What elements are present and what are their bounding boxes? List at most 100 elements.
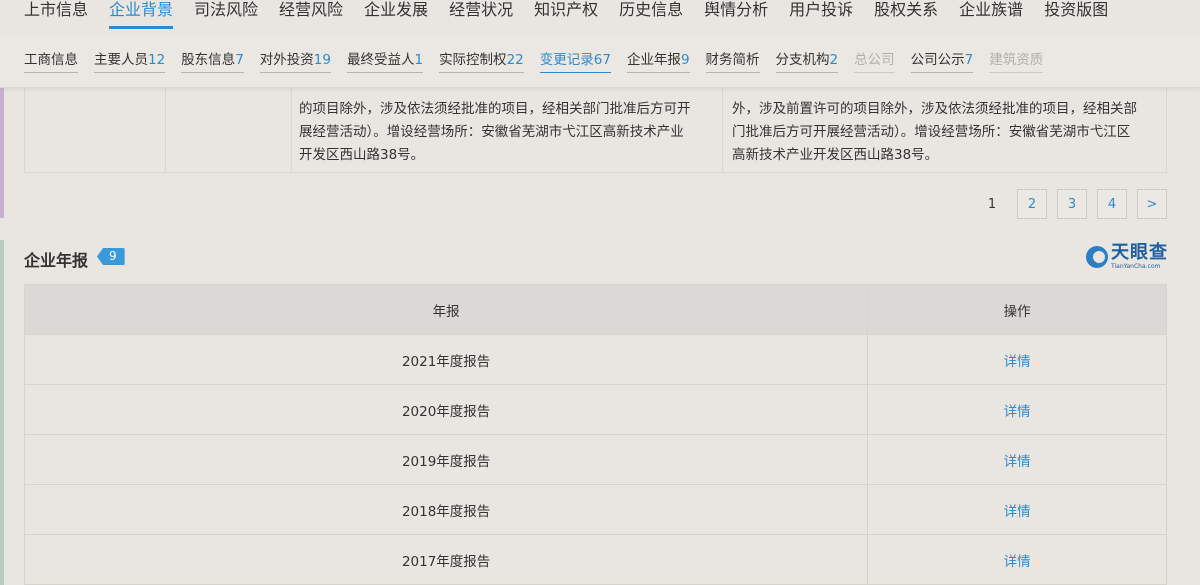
sub-nav-item-key-personnel[interactable]: 主要人员12 (94, 51, 166, 73)
table-row: 2017年度报告 详情 (23, 534, 1167, 585)
top-nav-item-investment-map[interactable]: 投资版图 (1044, 0, 1108, 20)
table-row: 2019年度报告 详情 (23, 434, 1167, 485)
table-row: 2021年度报告 详情 (23, 334, 1167, 385)
sub-nav-label: 总公司 (854, 51, 895, 68)
sub-nav-label: 股东信息 (181, 51, 236, 68)
report-details-cell: 详情 (867, 384, 1167, 435)
section-accent-bar (0, 88, 4, 218)
top-nav-item-listing[interactable]: 上市信息 (24, 0, 88, 20)
section-accent-bar (0, 240, 4, 585)
table-row: 2020年度报告 详情 (23, 384, 1167, 435)
sub-nav-label: 变更记录 (539, 51, 594, 68)
details-link[interactable]: 详情 (1004, 354, 1031, 370)
report-details-cell: 详情 (867, 534, 1167, 585)
logo-text: 天眼查 TianYanCha.com (1111, 244, 1168, 270)
sub-nav-label: 最终受益人 (346, 51, 415, 68)
sub-nav-count: 7 (964, 51, 974, 68)
page: 上市信息 企业背景 司法风险 经营风险 企业发展 经营状况 知识产权 历史信息 … (0, 0, 1200, 585)
page-current: 1 (987, 196, 997, 212)
change-record-before: 的项目除外，涉及依法须经批准的项目，经相关部门批准后方可开 展经营活动）。增设经… (299, 98, 723, 167)
top-nav-item-ip[interactable]: 知识产权 (534, 0, 598, 20)
report-details-cell: 详情 (867, 334, 1167, 385)
sub-nav-item-construction: 建筑资质 (989, 51, 1044, 73)
sub-nav-label: 分支机构 (775, 51, 830, 68)
table-row: 2018年度报告 详情 (23, 484, 1167, 535)
top-nav-item-family-tree[interactable]: 企业族谱 (959, 0, 1023, 20)
details-link[interactable]: 详情 (1004, 404, 1031, 420)
sub-nav-count: 9 (680, 51, 690, 68)
sub-nav-item-change-records[interactable]: 变更记录67 (539, 51, 611, 73)
top-nav-item-judicial-risk[interactable]: 司法风险 (194, 0, 258, 20)
change-record-table: 的项目除外，涉及依法须经批准的项目，经相关部门批准后方可开 展经营活动）。增设经… (24, 78, 1167, 173)
sub-nav-item-announcements[interactable]: 公司公示7 (910, 51, 974, 73)
report-year: 2020年度报告 (23, 384, 869, 435)
top-nav-item-operating-risk[interactable]: 经营风险 (279, 0, 343, 20)
tianyancha-logo: 天眼查 TianYanCha.com (1086, 244, 1168, 270)
annual-report-table: 年报 操作 2021年度报告 详情 2020年度报告 详情 2019年度报告 详… (23, 284, 1167, 585)
sub-nav-label: 财务简析 (705, 51, 760, 68)
column-header-action: 操作 (867, 284, 1167, 335)
page-button[interactable]: 4 (1097, 189, 1127, 219)
change-after-line: 外，涉及前置许可的项目除外，涉及依法须经批准的项目，经相关部 (732, 101, 1137, 117)
top-nav-item-history[interactable]: 历史信息 (619, 0, 683, 20)
top-nav-item-complaints[interactable]: 用户投诉 (789, 0, 853, 20)
top-nav: 上市信息 企业背景 司法风险 经营风险 企业发展 经营状况 知识产权 历史信息 … (0, 0, 1200, 36)
logo-name: 天眼查 (1111, 242, 1168, 263)
sub-nav-item-shareholders[interactable]: 股东信息7 (181, 51, 244, 73)
sub-nav: 工商信息 主要人员12 股东信息7 对外投资19 最终受益人1 实际控制权22 … (0, 36, 1200, 88)
section-title: 企业年报 (24, 251, 89, 270)
sub-nav-label: 对外投资 (259, 51, 314, 68)
change-after-line: 高新技术产业开发区西山路38号。 (732, 147, 939, 163)
top-nav-item-background[interactable]: 企业背景 (109, 0, 174, 29)
sub-nav-item-actual-control[interactable]: 实际控制权22 (439, 51, 524, 73)
sub-nav-item-head-office: 总公司 (854, 51, 895, 73)
change-record-col-item (166, 79, 292, 172)
sub-nav-count: 67 (593, 51, 611, 68)
sub-nav-count: 2 (829, 51, 839, 68)
change-before-line: 开发区西山路38号。 (299, 147, 425, 163)
table-header-row: 年报 操作 (23, 284, 1167, 335)
sub-nav-count: 1 (414, 51, 424, 68)
details-link[interactable]: 详情 (1004, 454, 1031, 470)
sub-nav-label: 工商信息 (24, 51, 78, 68)
change-before-line: 展经营活动）。增设经营场所：安徽省芜湖市弋江区高新技术产业 (299, 124, 684, 140)
sub-nav-item-branches[interactable]: 分支机构2 (775, 51, 839, 73)
top-nav-item-operations[interactable]: 经营状况 (449, 0, 513, 20)
change-record-col-index (25, 79, 166, 172)
pagination: 1 2 3 4 > (967, 189, 1167, 219)
report-details-cell: 详情 (867, 434, 1167, 485)
next-page-button[interactable]: > (1137, 189, 1167, 219)
sub-nav-count: 7 (235, 51, 244, 68)
sub-nav-label: 主要人员 (94, 51, 148, 68)
report-year: 2017年度报告 (23, 534, 869, 585)
sub-nav-count: 22 (506, 51, 524, 68)
details-link[interactable]: 详情 (1004, 504, 1031, 520)
sub-nav-label: 企业年报 (626, 51, 681, 68)
sub-nav-item-finance[interactable]: 财务简析 (705, 51, 760, 73)
sub-nav-item-business-info[interactable]: 工商信息 (24, 51, 78, 73)
logo-icon (1086, 246, 1108, 268)
logo-domain: TianYanCha.com (1111, 263, 1161, 270)
sub-nav-item-annual-report[interactable]: 企业年报9 (626, 51, 690, 73)
details-link[interactable]: 详情 (1004, 554, 1031, 570)
top-nav-item-sentiment[interactable]: 舆情分析 (704, 0, 768, 20)
report-details-cell: 详情 (867, 484, 1167, 535)
page-button[interactable]: 2 (1017, 189, 1047, 219)
sub-nav-count: 12 (148, 51, 166, 68)
sub-nav-label: 公司公示 (910, 51, 965, 68)
sub-nav-label: 建筑资质 (989, 51, 1044, 68)
top-nav-item-development[interactable]: 企业发展 (364, 0, 428, 20)
report-year: 2019年度报告 (23, 434, 869, 485)
change-after-line: 门批准后方可开展经营活动）。增设经营场所：安徽省芜湖市弋江区 (732, 124, 1131, 140)
report-year: 2018年度报告 (23, 484, 869, 535)
report-year: 2021年度报告 (23, 334, 869, 385)
sub-nav-item-investments[interactable]: 对外投资19 (259, 51, 331, 73)
column-header-year: 年报 (23, 284, 869, 335)
sub-nav-item-beneficiary[interactable]: 最终受益人1 (346, 51, 424, 73)
count-badge: 9 (97, 248, 125, 265)
page-button[interactable]: 3 (1057, 189, 1087, 219)
sub-nav-label: 实际控制权 (439, 51, 507, 68)
change-before-line: 的项目除外，涉及依法须经批准的项目，经相关部门批准后方可开 (299, 101, 691, 117)
sub-nav-count: 19 (313, 51, 331, 68)
top-nav-item-equity[interactable]: 股权关系 (874, 0, 938, 20)
